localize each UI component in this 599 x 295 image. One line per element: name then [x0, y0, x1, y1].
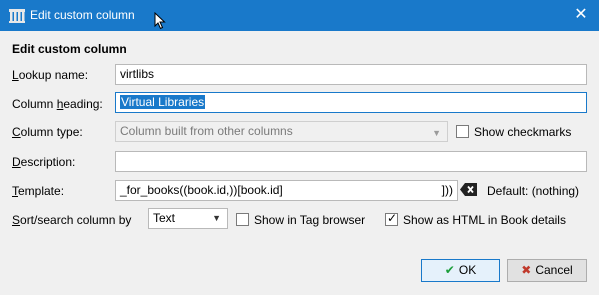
- column-type-select[interactable]: Column built from other columns ▼: [115, 121, 448, 142]
- clear-field-icon[interactable]: [460, 183, 478, 196]
- show-checkmarks-label[interactable]: Show checkmarks: [474, 125, 571, 139]
- show-in-tag-browser-checkbox[interactable]: [236, 213, 249, 226]
- template-input[interactable]: _for_books((book.id,))[book.id] ])): [115, 180, 458, 201]
- lookup-name-label: Lookup name:: [12, 68, 89, 82]
- cancel-button[interactable]: ✖ Cancel: [507, 259, 587, 282]
- dialog-heading: Edit custom column: [12, 42, 127, 56]
- cancel-label: Cancel: [535, 263, 573, 277]
- mouse-cursor-icon: [154, 12, 166, 30]
- sort-search-value: Text: [153, 211, 176, 225]
- checkmark-icon: ✓: [387, 211, 398, 225]
- window-title: Edit custom column: [30, 8, 135, 22]
- title-bar: Edit custom column ✕: [0, 0, 599, 31]
- cancel-icon: ✖: [521, 263, 532, 277]
- chevron-down-icon: ▼: [432, 128, 441, 138]
- show-in-tag-browser-label[interactable]: Show in Tag browser: [254, 213, 365, 227]
- column-heading-value: Virtual Libraries: [120, 95, 206, 109]
- description-input[interactable]: [115, 151, 587, 172]
- ok-label: OK: [458, 263, 477, 277]
- column-type-value: Column built from other columns: [120, 124, 293, 138]
- show-checkmarks-checkbox[interactable]: [456, 125, 469, 138]
- template-value: _for_books((book.id,))[book.id]: [120, 183, 283, 197]
- sort-search-label: Sort/search column by: [12, 213, 132, 227]
- template-label: Template:: [12, 184, 65, 198]
- sort-search-select[interactable]: Text ▼: [148, 208, 228, 229]
- dialog-body: Edit custom column Lookup name: virtlibs…: [0, 31, 599, 295]
- checkmark-icon: ✔: [444, 263, 455, 277]
- chevron-down-icon: ▼: [212, 213, 221, 223]
- ok-button[interactable]: ✔ OK: [421, 259, 500, 282]
- lookup-name-input[interactable]: virtlibs: [115, 64, 587, 85]
- column-heading-label: Column heading:: [12, 97, 103, 111]
- column-type-label: Column type:: [12, 125, 83, 139]
- show-as-html-checkbox[interactable]: ✓: [385, 211, 398, 226]
- template-default-text: Default: (nothing): [487, 184, 580, 198]
- description-label: Description:: [12, 155, 76, 169]
- template-value-tail: ])): [441, 183, 453, 197]
- close-icon: ✕: [574, 6, 588, 23]
- show-as-html-label[interactable]: Show as HTML in Book details: [403, 213, 566, 227]
- column-heading-input[interactable]: Virtual Libraries: [115, 92, 587, 113]
- app-icon: [9, 9, 25, 23]
- close-button[interactable]: ✕: [570, 4, 592, 26]
